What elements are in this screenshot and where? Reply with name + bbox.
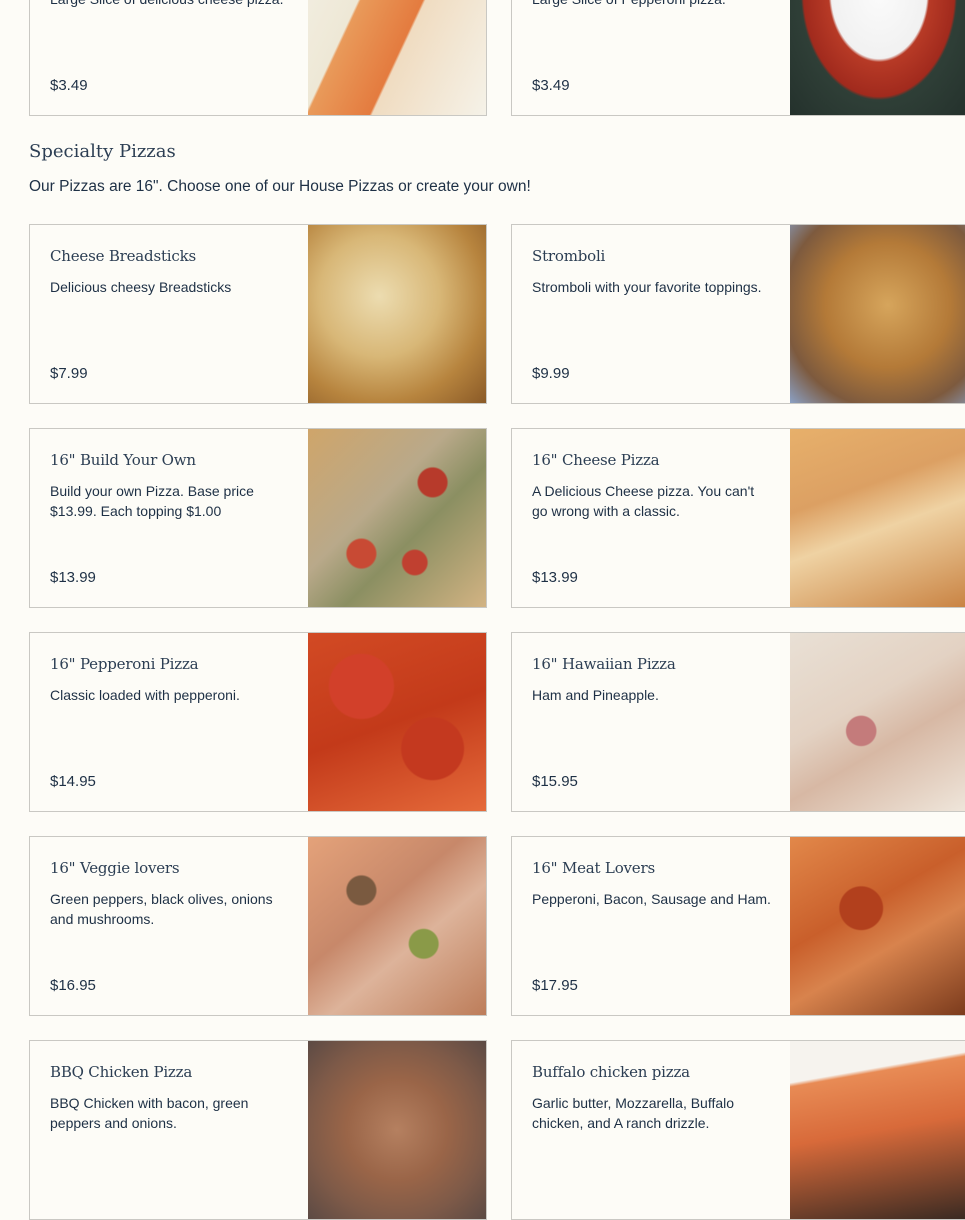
menu-item-description: Build your own Pizza. Base price $13.99.… (50, 483, 254, 519)
menu-item-price: $13.99 (532, 569, 578, 586)
menu-item-card[interactable]: 16" Meat Lovers Pepperoni, Bacon, Sausag… (511, 836, 965, 1016)
menu-item-name: 16" Cheese Pizza (532, 451, 660, 469)
menu-item-description: Delicious cheesy Breadsticks (50, 279, 232, 295)
menu-item-price: $7.99 (50, 365, 88, 382)
cheese-slice-photo (308, 0, 486, 115)
menu-item-description: Stromboli with your favorite toppings. (532, 279, 762, 295)
menu-item-name: 16" Hawaiian Pizza (532, 655, 676, 673)
menu-item-description: Green peppers, black olives, onions and … (50, 891, 273, 927)
menu-item-description: Ham and Pineapple. (532, 687, 659, 703)
menu-item-name: 16" Build Your Own (50, 451, 196, 469)
section-title: Specialty Pizzas (29, 141, 176, 162)
menu-item-description: Large Slice of delicious cheese pizza. (50, 0, 290, 9)
menu-item-description: Pepperoni, Bacon, Sausage and Ham. (532, 891, 771, 907)
menu-item-name: Cheese Breadsticks (50, 247, 196, 265)
meat-lovers-photo (790, 837, 965, 1015)
menu-item-card[interactable]: Large Slice of delicious cheese pizza. $… (29, 0, 487, 116)
menu-item-card[interactable]: 16" Build Your Own Build your own Pizza.… (29, 428, 487, 608)
menu-item-description: Garlic butter, Mozzarella, Buffalo chick… (532, 1095, 735, 1131)
menu-item-description: Large Slice of Pepperoni pizza. (532, 0, 772, 9)
menu-item-name: Stromboli (532, 247, 606, 265)
menu-item-description: Classic loaded with pepperoni. (50, 687, 240, 703)
menu-item-name: BBQ Chicken Pizza (50, 1063, 193, 1081)
cheese-pizza-photo (790, 429, 965, 607)
breadsticks-photo (308, 225, 486, 403)
menu-item-card[interactable]: 16" Cheese Pizza A Delicious Cheese pizz… (511, 428, 965, 608)
menu-item-name: 16" Meat Lovers (532, 859, 655, 877)
menu-item-name: 16" Veggie lovers (50, 859, 180, 877)
menu-item-price: $3.49 (50, 77, 88, 94)
menu-item-price: $14.95 (50, 773, 96, 790)
menu-item-card[interactable]: Buffalo chicken pizza Garlic butter, Moz… (511, 1040, 965, 1220)
menu-item-name: Buffalo chicken pizza (532, 1063, 690, 1081)
buffalo-chicken-photo (790, 1041, 965, 1219)
menu-item-card[interactable]: Stromboli Stromboli with your favorite t… (511, 224, 965, 404)
menu-item-card[interactable]: Large Slice of Pepperoni pizza. $3.49 (511, 0, 965, 116)
menu-item-card[interactable]: Cheese Breadsticks Delicious cheesy Brea… (29, 224, 487, 404)
menu-item-description: BBQ Chicken with bacon, green peppers an… (50, 1095, 249, 1131)
menu-item-price: $13.99 (50, 569, 96, 586)
menu-item-card[interactable]: 16" Pepperoni Pizza Classic loaded with … (29, 632, 487, 812)
build-your-own-photo (308, 429, 486, 607)
menu-item-price: $16.95 (50, 977, 96, 994)
menu-item-price: $3.49 (532, 77, 570, 94)
hawaiian-pizza-photo (790, 633, 965, 811)
veggie-pizza-photo (308, 837, 486, 1015)
bbq-chicken-photo (308, 1041, 486, 1219)
menu-item-price: $17.95 (532, 977, 578, 994)
menu-item-price: $9.99 (532, 365, 570, 382)
section-subtitle: Our Pizzas are 16". Choose one of our Ho… (29, 178, 531, 195)
menu-item-name: 16" Pepperoni Pizza (50, 655, 199, 673)
pepperoni-pizza-photo (308, 633, 486, 811)
menu-item-card[interactable]: 16" Veggie lovers Green peppers, black o… (29, 836, 487, 1016)
menu-item-card[interactable]: 16" Hawaiian Pizza Ham and Pineapple. $1… (511, 632, 965, 812)
pepperoni-slice-photo (790, 0, 965, 115)
menu-item-description: A Delicious Cheese pizza. You can't go w… (532, 483, 755, 519)
menu-item-price: $15.95 (532, 773, 578, 790)
stromboli-photo (790, 225, 965, 403)
menu-item-card[interactable]: BBQ Chicken Pizza BBQ Chicken with bacon… (29, 1040, 487, 1220)
